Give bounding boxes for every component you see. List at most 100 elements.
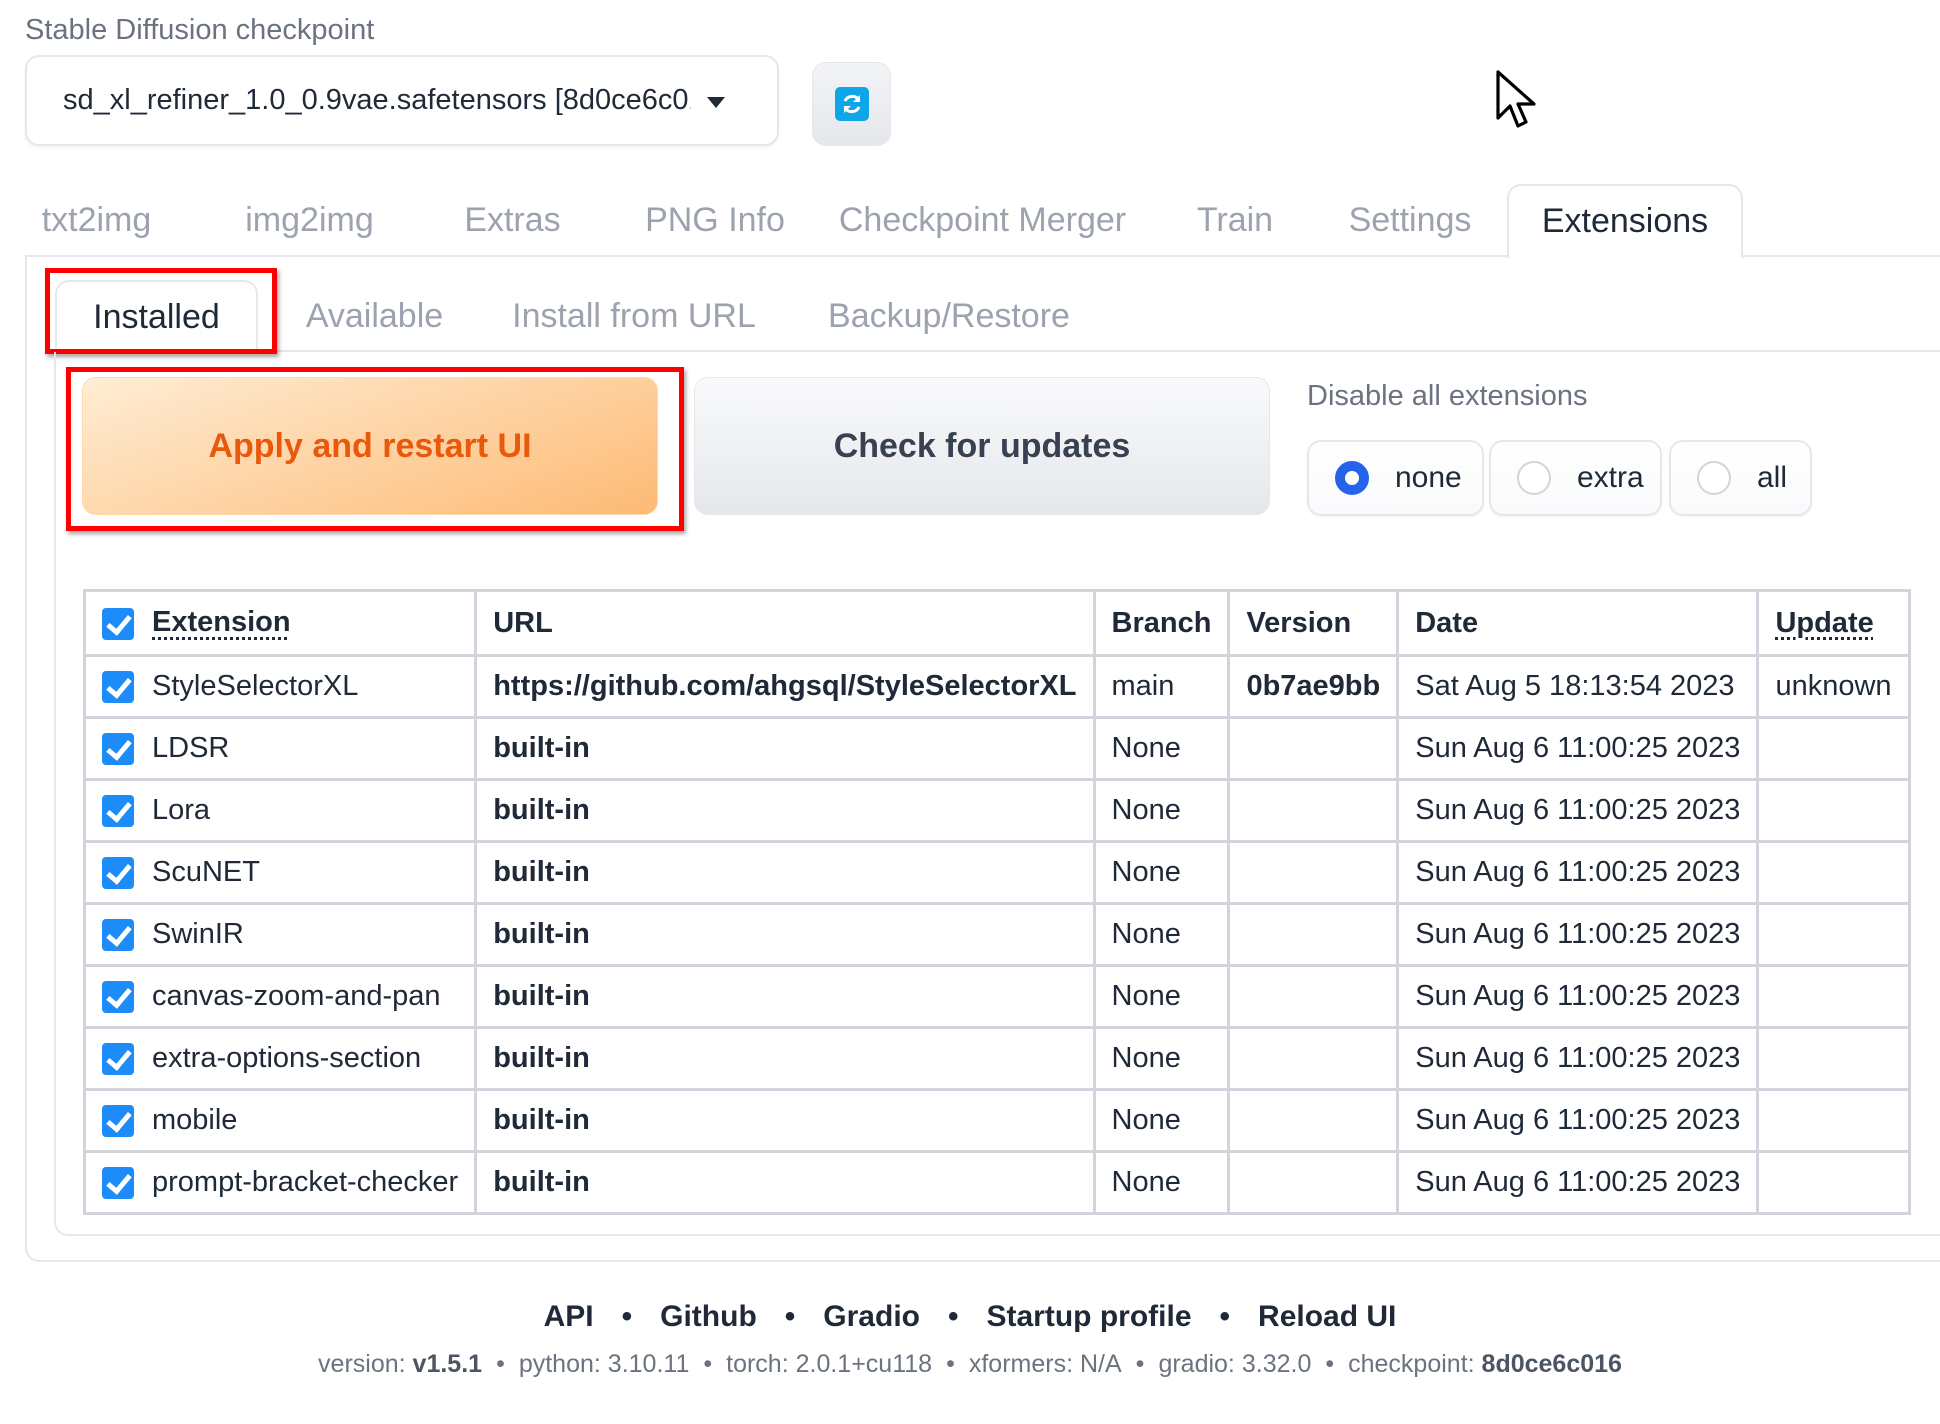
header-branch: Branch bbox=[1092, 589, 1231, 657]
cell-extension: extra-options-section bbox=[82, 1026, 478, 1091]
extension-enabled-checkbox[interactable] bbox=[102, 795, 134, 828]
cell-url: built-in bbox=[474, 778, 1096, 843]
cell-extension: StyleSelectorXL bbox=[82, 654, 478, 719]
version-key: xformers: bbox=[968, 1350, 1074, 1378]
cell-date: Sun Aug 6 11:00:25 2023 bbox=[1396, 1026, 1760, 1091]
cell-url: built-in bbox=[474, 902, 1096, 967]
version-value: 3.32.0 bbox=[1241, 1350, 1312, 1378]
footer-separator: • bbox=[496, 1350, 505, 1378]
apply-and-restart-button[interactable]: Apply and restart UI bbox=[82, 377, 658, 515]
checkpoint-dropdown[interactable]: sd_xl_refiner_1.0_0.9vae.safetensors [8d… bbox=[25, 55, 779, 146]
footer-separator: • bbox=[621, 1300, 633, 1333]
cell-extension: Lora bbox=[82, 778, 478, 843]
cell-url: built-in bbox=[474, 1150, 1096, 1215]
radio-disable-extra[interactable]: extra bbox=[1489, 440, 1662, 516]
table-row: Lora built-in None Sun Aug 6 11:00:25 2023 bbox=[82, 778, 1911, 843]
refresh-checkpoints-button[interactable] bbox=[812, 62, 891, 146]
footer-link-github[interactable]: Github bbox=[660, 1300, 757, 1333]
cell-url: built-in bbox=[474, 1088, 1096, 1153]
footer-link-gradio[interactable]: Gradio bbox=[823, 1300, 920, 1333]
chevron-down-icon bbox=[707, 97, 725, 108]
footer-separator: • bbox=[784, 1300, 796, 1333]
cell-extension: ScuNET bbox=[82, 840, 478, 905]
cell-url: built-in bbox=[474, 716, 1096, 781]
tab-install-from-url[interactable]: Install from URL bbox=[494, 280, 774, 352]
mouse-cursor-icon bbox=[1496, 70, 1536, 128]
radio-checked-icon bbox=[1335, 461, 1369, 495]
check-for-updates-button[interactable]: Check for updates bbox=[694, 377, 1270, 515]
footer-separator: • bbox=[703, 1350, 713, 1378]
tab-extras[interactable]: Extras bbox=[450, 184, 575, 257]
tab-installed[interactable]: Installed bbox=[55, 280, 258, 354]
tab-backup-restore[interactable]: Backup/Restore bbox=[814, 280, 1084, 352]
table-row: prompt-bracket-checker built-in None Sun Au… bbox=[82, 1150, 1911, 1215]
extension-name: Lora bbox=[152, 793, 211, 826]
extension-enabled-checkbox[interactable] bbox=[102, 857, 134, 890]
cell-url: built-in bbox=[474, 840, 1096, 905]
radio-disable-none[interactable]: none bbox=[1307, 440, 1484, 516]
cell-branch: None bbox=[1092, 716, 1231, 781]
header-extension: Extension bbox=[82, 589, 478, 657]
extension-name: LDSR bbox=[152, 731, 230, 764]
extension-name: prompt-bracket-checker bbox=[152, 1165, 459, 1198]
footer-link-api[interactable]: API bbox=[544, 1300, 594, 1333]
version-value: 8d0ce6c016 bbox=[1481, 1350, 1622, 1378]
version-key: checkpoint: bbox=[1348, 1350, 1475, 1378]
extension-enabled-checkbox[interactable] bbox=[102, 733, 134, 766]
cell-update bbox=[1756, 716, 1911, 781]
tab-checkpoint-merger[interactable]: Checkpoint Merger bbox=[830, 184, 1135, 257]
table-row: ScuNET built-in None Sun Aug 6 11:00:25 202… bbox=[82, 840, 1911, 905]
cell-update: unknown bbox=[1756, 654, 1911, 719]
extension-name: extra-options-section bbox=[152, 1041, 422, 1074]
radio-disable-all[interactable]: all bbox=[1669, 440, 1812, 516]
tab-png-info[interactable]: PNG Info bbox=[625, 184, 805, 257]
header-extension-label[interactable]: Extension bbox=[152, 606, 291, 638]
cell-date: Sun Aug 6 11:00:25 2023 bbox=[1396, 840, 1760, 905]
extension-enabled-checkbox[interactable] bbox=[102, 671, 134, 704]
tab-extensions[interactable]: Extensions bbox=[1507, 184, 1743, 259]
cell-version bbox=[1227, 840, 1400, 905]
select-all-checkbox[interactable] bbox=[102, 607, 134, 640]
extension-name: mobile bbox=[152, 1103, 238, 1136]
cell-date: Sun Aug 6 11:00:25 2023 bbox=[1396, 716, 1760, 781]
footer-link-reload-ui[interactable]: Reload UI bbox=[1258, 1300, 1396, 1333]
header-update-label[interactable]: Update bbox=[1775, 607, 1873, 639]
cell-date: Sun Aug 6 11:00:25 2023 bbox=[1396, 964, 1760, 1029]
cell-update bbox=[1756, 964, 1911, 1029]
header-version: Version bbox=[1227, 589, 1400, 657]
cell-version bbox=[1227, 1150, 1400, 1215]
table-row: extra-options-section built-in None Sun Aug… bbox=[82, 1026, 1911, 1091]
extension-name: ScuNET bbox=[152, 855, 260, 888]
footer-separator: • bbox=[947, 1300, 959, 1333]
tab-settings[interactable]: Settings bbox=[1330, 184, 1490, 257]
cell-extension: LDSR bbox=[82, 716, 478, 781]
cell-version: 0b7ae9bb bbox=[1227, 654, 1400, 719]
extension-enabled-checkbox[interactable] bbox=[102, 1167, 134, 1200]
tab-txt2img[interactable]: txt2img bbox=[25, 184, 168, 257]
cell-date: Sun Aug 6 11:00:25 2023 bbox=[1396, 902, 1760, 967]
extension-enabled-checkbox[interactable] bbox=[102, 1105, 134, 1138]
cell-version bbox=[1227, 964, 1400, 1029]
cell-update bbox=[1756, 1150, 1911, 1215]
version-value: N/A bbox=[1079, 1350, 1122, 1378]
version-value: 3.10.11 bbox=[607, 1350, 690, 1378]
tab-available[interactable]: Available bbox=[282, 280, 467, 352]
cell-extension: canvas-zoom-and-pan bbox=[82, 964, 478, 1029]
footer-separator: • bbox=[1325, 1350, 1335, 1378]
footer-link-startup-profile[interactable]: Startup profile bbox=[987, 1300, 1192, 1333]
tab-train[interactable]: Train bbox=[1180, 184, 1290, 257]
version-value: 2.0.1+cu118 bbox=[795, 1350, 933, 1378]
extension-name: SwinIR bbox=[152, 917, 244, 950]
radio-label: extra bbox=[1577, 461, 1644, 494]
extension-enabled-checkbox[interactable] bbox=[102, 981, 134, 1014]
extension-enabled-checkbox[interactable] bbox=[102, 919, 134, 952]
checkpoint-selected-value: sd_xl_refiner_1.0_0.9vae.safetensors [8d… bbox=[63, 84, 691, 116]
cell-version bbox=[1227, 1026, 1400, 1091]
version-value: v1.5.1 bbox=[412, 1350, 483, 1378]
extension-enabled-checkbox[interactable] bbox=[102, 1043, 134, 1076]
version-key: version: bbox=[318, 1350, 406, 1378]
footer-separator: • bbox=[1219, 1300, 1231, 1333]
cell-url[interactable]: https://github.com/ahgsql/StyleSelectorX… bbox=[474, 654, 1096, 719]
tab-img2img[interactable]: img2img bbox=[233, 184, 386, 257]
checkpoint-label: Stable Diffusion checkpoint bbox=[25, 14, 375, 46]
